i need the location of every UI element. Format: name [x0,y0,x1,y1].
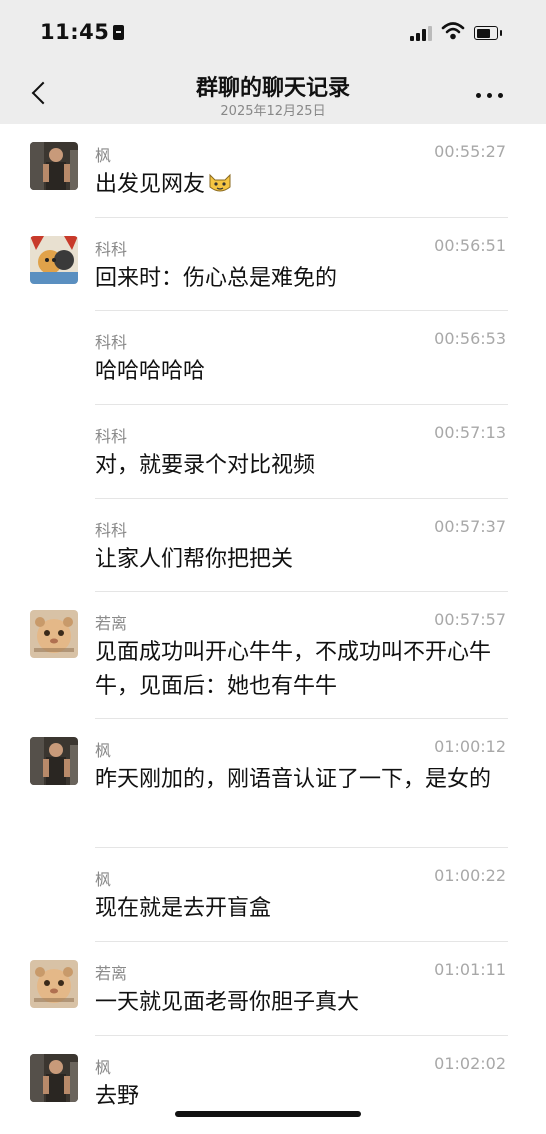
message-time: 00:57:37 [434,517,506,536]
status-time-text: 11:45 [40,20,110,44]
message-text: 一天就见面老哥你胆子真大 [95,990,360,1015]
message-time: 00:55:27 [434,142,506,161]
more-options-button[interactable] [472,84,508,108]
sim-card-icon [113,25,125,40]
cat-face-emoji-icon [207,171,233,195]
message-divider [95,718,508,719]
message-text: 回来时：伤心总是难免的 [95,266,338,291]
message-text: 昨天刚加的，刚语音认证了一下，是女的 [95,767,492,792]
navigation-bar: 群聊的聊天记录 2025年12月25日 [0,64,546,124]
message-text: 出发见网友 [95,168,515,202]
battery-icon [474,26,502,40]
message-time: 01:00:12 [434,737,506,756]
chat-history-screen: 11:45 群聊的聊天记录 2025年12月25日 枫 00:55:27 出发见… [0,0,546,1134]
avatar-keke[interactable] [30,236,78,284]
message-text: 现在就是去开盲盒 [95,896,272,921]
page-title: 群聊的聊天记录 [195,76,350,101]
message-text: 去野 [95,1084,140,1109]
message-text: 见面成功叫开心牛牛，不成功叫不开心牛牛，见面后：她也有牛牛 [95,640,492,699]
sender-name: 枫 [95,146,112,165]
message-text-content: 出发见网友 [95,172,206,197]
message-list[interactable]: 枫 00:55:27 出发见网友 科科 00:56:51 回来时：伤心总是难免的… [0,124,546,1134]
sender-name: 枫 [95,741,112,760]
status-time: 11:45 [40,20,125,44]
message-divider [95,591,508,592]
sender-name: 若离 [95,614,128,633]
message-time: 01:02:02 [434,1054,506,1073]
message-divider [95,847,508,848]
avatar-feng[interactable] [30,737,78,785]
sender-name: 枫 [95,1058,112,1077]
sender-name: 科科 [95,427,128,446]
page-subtitle-date: 2025年12月25日 [220,104,326,119]
message-text: 哈哈哈哈哈 [95,359,206,384]
message-time: 00:57:13 [434,423,506,442]
message-divider [95,217,508,218]
message-divider [95,941,508,942]
sender-name: 若离 [95,964,128,983]
sender-name: 科科 [95,521,128,540]
message-divider [95,310,508,311]
message-time: 00:56:51 [434,236,506,255]
avatar-ruoli[interactable] [30,610,78,658]
home-indicator[interactable] [175,1111,361,1117]
message-time: 01:00:22 [434,866,506,885]
status-bar: 11:45 [0,0,546,64]
message-time: 00:56:53 [434,329,506,348]
cellular-signal-icon [410,25,432,41]
sender-name: 科科 [95,240,128,259]
avatar-ruoli[interactable] [30,960,78,1008]
avatar-feng[interactable] [30,1054,78,1102]
avatar-feng[interactable] [30,142,78,190]
message-time: 01:01:11 [434,960,506,979]
message-text: 对，就要录个对比视频 [95,453,316,478]
message-time: 00:57:57 [434,610,506,629]
sender-name: 科科 [95,333,128,352]
message-text: 让家人们帮你把把关 [95,547,294,572]
sender-name: 枫 [95,870,112,889]
message-divider [95,1035,508,1036]
message-divider [95,498,508,499]
message-divider [95,404,508,405]
wifi-icon [441,21,465,41]
